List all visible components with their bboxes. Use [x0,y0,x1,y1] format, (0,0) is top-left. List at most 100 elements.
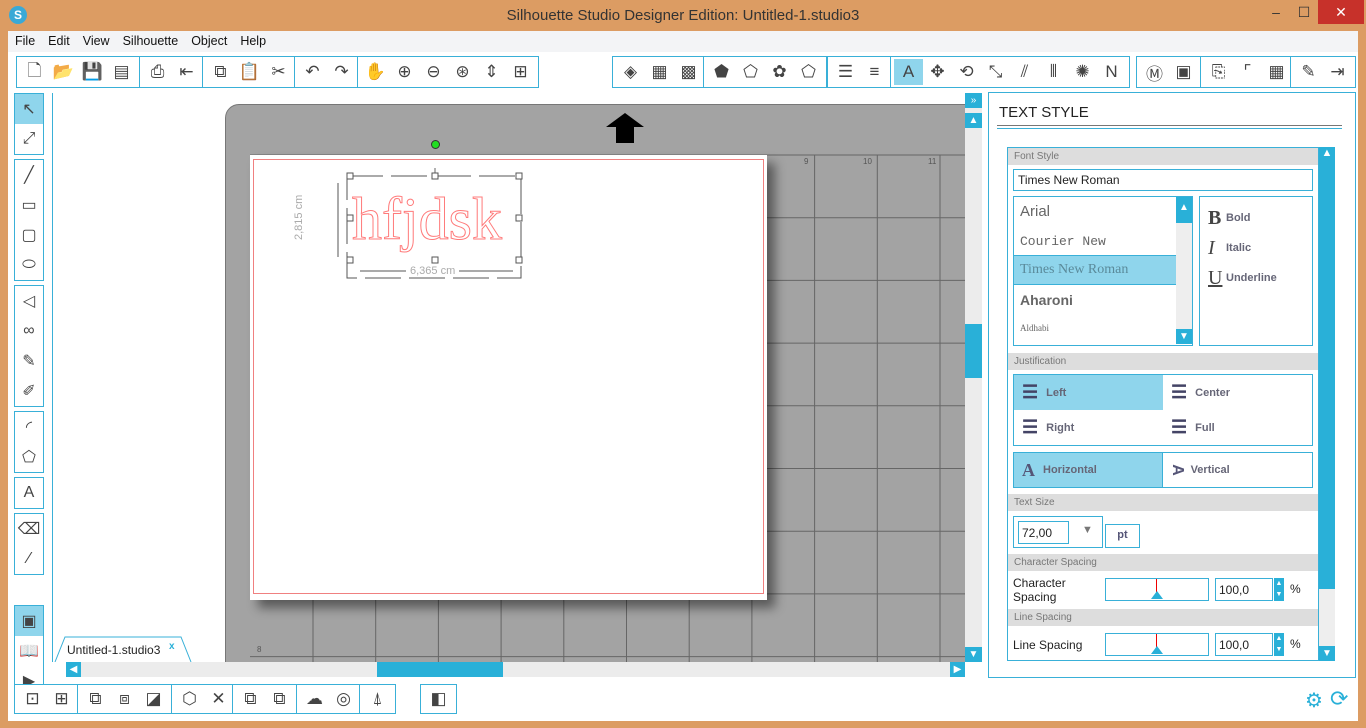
freehand-tool[interactable]: ✎ [15,346,43,376]
undo-button[interactable]: ↶ [298,59,327,85]
redo-button[interactable]: ↷ [327,59,356,85]
knife-tool[interactable]: ⁄ [15,544,43,574]
line-color-button[interactable]: ⬟ [707,59,736,85]
menu-object[interactable]: Object [184,31,233,48]
scroll-up-arrow[interactable]: ▲ [1176,197,1192,223]
shear-button[interactable]: ⫽ [1010,59,1039,85]
menu-view[interactable]: View [76,31,116,48]
cut-button[interactable]: ✂ [264,59,293,85]
slider-thumb[interactable] [1151,646,1163,654]
italic-button[interactable]: I Italic [1200,233,1312,263]
text-size-input[interactable]: 72,00 [1018,521,1069,544]
minimize-button[interactable]: – [1262,0,1290,24]
polygon-tool-tool[interactable]: ◁ [15,286,43,316]
collapse-panel-icon[interactable]: » [965,93,982,108]
justify-full-button[interactable]: ☰ Full [1163,410,1312,445]
cloud-button[interactable]: ☁ [300,686,329,712]
edit-points-tool[interactable]: ⤢ [15,124,43,154]
point-edit-button[interactable]: ⍋ [363,686,392,712]
grid-button[interactable]: ▦ [1262,59,1291,85]
justify-left-button[interactable]: ☰ Left [1014,375,1163,410]
save-button[interactable]: 💾 [78,59,107,85]
vertical-text-button[interactable]: A Vertical [1163,453,1312,487]
rotate-handle[interactable] [431,140,440,149]
menu-help[interactable]: Help [233,31,272,48]
group-button[interactable]: ⊡ [18,686,47,712]
line-spacing-input[interactable]: 100,0 [1215,633,1273,656]
pattern-button[interactable]: ▩ [674,59,703,85]
slider-thumb[interactable] [1151,591,1163,599]
line-style-button[interactable]: ⬠ [736,59,765,85]
design-canvas[interactable]: 9 10 11 8 hfjdsk 6,365 cm 2,815 cm Untit… [52,93,965,662]
zoom-in-button[interactable]: ⊕ [390,59,419,85]
char-spacing-slider[interactable] [1105,578,1209,601]
registration-button[interactable]: ⌜ [1233,59,1262,85]
ungroup-button[interactable]: ⊞ [47,686,76,712]
font-item-aharoni[interactable]: Aharoni [1014,285,1192,315]
curve-tool-tool[interactable]: ∞ [15,316,43,346]
settings-gear-icon[interactable]: ⚙ [1305,688,1323,713]
compound-path-button[interactable]: ⧉ [81,686,110,712]
menu-silhouette[interactable]: Silhouette [116,31,185,48]
ellipse-tool-tool[interactable]: ⬭ [15,250,43,280]
fill-color-button[interactable]: ◈ [616,59,645,85]
justify-right-button[interactable]: ☰ Right [1014,410,1163,445]
page-setup-button[interactable]: ⎘ [1204,59,1233,85]
print-button[interactable]: ⎙ [143,59,172,85]
justify-center-button[interactable]: ☰ Center [1163,375,1312,410]
bring-forward-button[interactable]: ⧉ [236,686,265,712]
text-style-button[interactable]: A [894,59,923,85]
align-button[interactable]: ⫴ [1039,59,1068,85]
transform-button[interactable]: ✥ [923,59,952,85]
menu-file[interactable]: File [8,31,41,48]
font-name-input[interactable]: Times New Roman [1013,169,1313,191]
zoom-out-button[interactable]: ⊖ [419,59,448,85]
spinner-icon[interactable]: ▲ ▼ [1274,633,1284,656]
smooth-freehand-tool[interactable]: ✐ [15,376,43,406]
open-folder-button[interactable]: 📂 [49,59,78,85]
line-weight-button[interactable]: ≡ [860,59,889,85]
library-tool[interactable]: 📖 [15,636,43,666]
horizontal-text-button[interactable]: A Horizontal [1014,453,1163,487]
horizontal-scrollbar[interactable]: ◀ ▶ [66,662,965,677]
scroll-down-arrow[interactable]: ▼ [965,647,982,662]
font-list-scrollbar[interactable]: ▲ ▼ [1176,197,1192,344]
close-tab-icon[interactable]: x [169,641,175,652]
paste-button[interactable]: 📋 [235,59,264,85]
offset-rings-button[interactable]: ◎ [329,686,358,712]
gradient-button[interactable]: ▦ [645,59,674,85]
text-tool-tool[interactable]: A [15,478,43,508]
close-button[interactable]: ✕ [1318,0,1364,24]
line-spacing-slider[interactable] [1105,633,1209,656]
scroll-down-arrow[interactable]: ▼ [1319,646,1335,661]
rotate-button[interactable]: ⟲ [952,59,981,85]
pan-hand-button[interactable]: ✋ [361,59,390,85]
scroll-left-arrow[interactable]: ◀ [66,662,81,677]
text-object[interactable]: hfjdsk [352,189,503,250]
unit-button[interactable]: pt [1105,524,1140,548]
offset-button[interactable]: N [1097,59,1126,85]
font-item-times-new-roman[interactable]: Times New Roman [1014,256,1192,285]
underline-button[interactable]: U Underline [1200,263,1312,293]
send-backward-button[interactable]: ⧉ [265,686,294,712]
new-document-button[interactable]: 🗋 [20,59,49,85]
scroll-down-arrow[interactable]: ▼ [1176,329,1192,344]
arc-tool-tool[interactable]: ◜ [15,412,43,442]
scale-button[interactable]: ⤡ [981,59,1010,85]
eraser-tool[interactable]: ⌫ [15,514,43,544]
sync-icon[interactable]: ⟳ [1330,686,1348,712]
rectangle-tool-tool[interactable]: ▭ [15,190,43,220]
line-tool-tool[interactable]: ╱ [15,160,43,190]
send-to-silhouette-button[interactable]: ⇤ [172,59,201,85]
dropdown-arrow-icon[interactable]: ▼ [1082,524,1093,536]
3d-box-button[interactable]: ⬡ [175,686,204,712]
save-to-library-button[interactable]: ▤ [107,59,136,85]
rounded-rectangle-tool[interactable]: ▢ [15,220,43,250]
scroll-thumb[interactable]: ▲ [1319,147,1335,589]
release-compound-button[interactable]: ⧈ [110,686,139,712]
scroll-up-arrow[interactable]: ▲ [965,113,982,128]
send-to-cutter-button[interactable]: ⇥ [1323,59,1352,85]
replicate-button[interactable]: ✺ [1068,59,1097,85]
spinner-icon[interactable]: ▲ ▼ [1274,578,1284,601]
drag-zoom-button[interactable]: ⇕ [477,59,506,85]
